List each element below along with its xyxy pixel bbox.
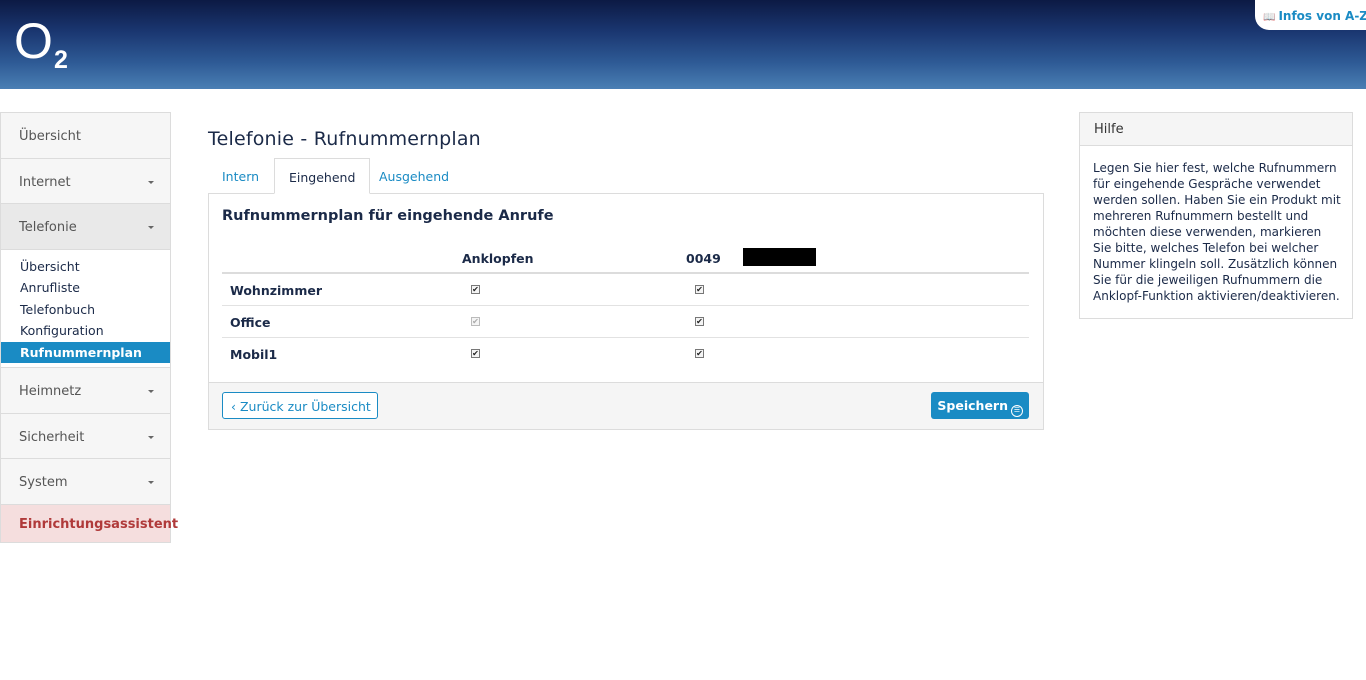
sidebar-item-label: System: [19, 475, 68, 490]
row-label: Wohnzimmer: [230, 283, 322, 298]
submenu-item-uebersicht[interactable]: Übersicht: [1, 256, 170, 278]
sidebar-item-heimnetz[interactable]: Heimnetz: [1, 368, 170, 414]
o2-logo[interactable]: O 2: [14, 13, 68, 74]
top-header: O 2 📖 Infos von A-Z: [0, 0, 1366, 89]
caret-down-icon: [148, 481, 154, 484]
logo-subscript: 2: [54, 46, 68, 74]
tab-ausgehend[interactable]: Ausgehend: [365, 158, 463, 194]
caret-down-icon: [148, 435, 154, 439]
logo-letter: O: [14, 13, 53, 69]
help-text: Legen Sie hier fest, welche Rufnummern f…: [1093, 161, 1341, 303]
sidebar-nav: Übersicht Internet Telefonie Übersicht A…: [0, 112, 178, 543]
panel-footer: ‹ Zurück zur Übersicht Speichern ☰: [209, 382, 1043, 429]
submenu-item-telefonbuch[interactable]: Telefonbuch: [1, 299, 170, 321]
tab-eingehend[interactable]: Eingehend: [274, 158, 371, 194]
number-plan-table: Anklopfen 0049 Wohnzimmer ✔ ✔ Office ✔ ✔…: [222, 246, 1029, 370]
anklopfen-checkbox[interactable]: ✔: [471, 349, 480, 358]
table-header: Anklopfen 0049: [222, 246, 1029, 274]
panel-title: Rufnummernplan für eingehende Anrufe: [222, 208, 554, 224]
save-button[interactable]: Speichern ☰: [931, 392, 1029, 419]
table-row: Mobil1 ✔ ✔: [222, 338, 1029, 370]
caret-down-icon: [148, 390, 154, 393]
infos-a-z-link[interactable]: 📖 Infos von A-Z: [1255, 0, 1366, 30]
anklopfen-checkbox[interactable]: ✔: [471, 285, 480, 294]
table-row: Wohnzimmer ✔ ✔: [222, 274, 1029, 306]
submenu-item-rufnummernplan[interactable]: Rufnummernplan: [1, 341, 170, 363]
number-checkbox[interactable]: ✔: [695, 317, 704, 326]
column-number: 0049: [686, 251, 721, 266]
sidebar-item-telefonie[interactable]: Telefonie: [1, 204, 170, 250]
sidebar-item-label: Übersicht: [19, 129, 81, 144]
sidebar-item-label: Telefonie: [19, 220, 77, 235]
sidebar-item-system[interactable]: System: [1, 459, 170, 505]
save-icon: ☰: [1011, 405, 1023, 417]
page-title: Telefonie - Rufnummernplan: [208, 128, 481, 150]
sidebar-item-label: Internet: [19, 174, 71, 190]
sidebar-item-sicherheit[interactable]: Sicherheit: [1, 413, 170, 459]
chevron-left-icon: ‹: [231, 399, 236, 414]
back-button-label: Zurück zur Übersicht: [239, 399, 371, 414]
telefonie-submenu: Übersicht Anrufliste Telefonbuch Konfigu…: [1, 249, 170, 368]
sidebar-item-internet[interactable]: Internet: [1, 158, 170, 204]
tab-intern[interactable]: Intern: [208, 158, 273, 194]
number-checkbox[interactable]: ✔: [695, 285, 704, 294]
save-button-label: Speichern: [937, 398, 1008, 413]
rufnummernplan-panel: Rufnummernplan für eingehende Anrufe Ank…: [208, 193, 1044, 430]
anklopfen-checkbox: ✔: [471, 317, 480, 326]
back-to-overview-button[interactable]: ‹ Zurück zur Übersicht: [222, 392, 378, 419]
row-label: Mobil1: [230, 347, 278, 362]
sidebar-item-label: Sicherheit: [19, 429, 85, 445]
help-title: Hilfe: [1080, 113, 1352, 146]
caret-down-icon: [148, 226, 154, 229]
book-icon: 📖: [1263, 12, 1276, 23]
submenu-item-konfiguration[interactable]: Konfiguration: [1, 320, 170, 342]
submenu-item-anrufliste[interactable]: Anrufliste: [1, 277, 170, 299]
row-label: Office: [230, 315, 271, 330]
sidebar-item-einrichtungsassistent[interactable]: Einrichtungsassistent: [1, 504, 178, 543]
number-checkbox[interactable]: ✔: [695, 349, 704, 358]
caret-down-icon: [148, 180, 154, 184]
redacted-number: [743, 248, 816, 266]
column-anklopfen: Anklopfen: [462, 251, 534, 266]
sidebar-item-label: Heimnetz: [19, 384, 82, 399]
tab-bar: Intern Eingehend Ausgehend: [208, 158, 1044, 194]
help-box: Hilfe Legen Sie hier fest, welche Rufnum…: [1079, 112, 1353, 319]
sidebar-item-uebersicht[interactable]: Übersicht: [1, 113, 170, 159]
infos-label: Infos von A-Z: [1278, 9, 1366, 23]
table-row: Office ✔ ✔: [222, 306, 1029, 338]
